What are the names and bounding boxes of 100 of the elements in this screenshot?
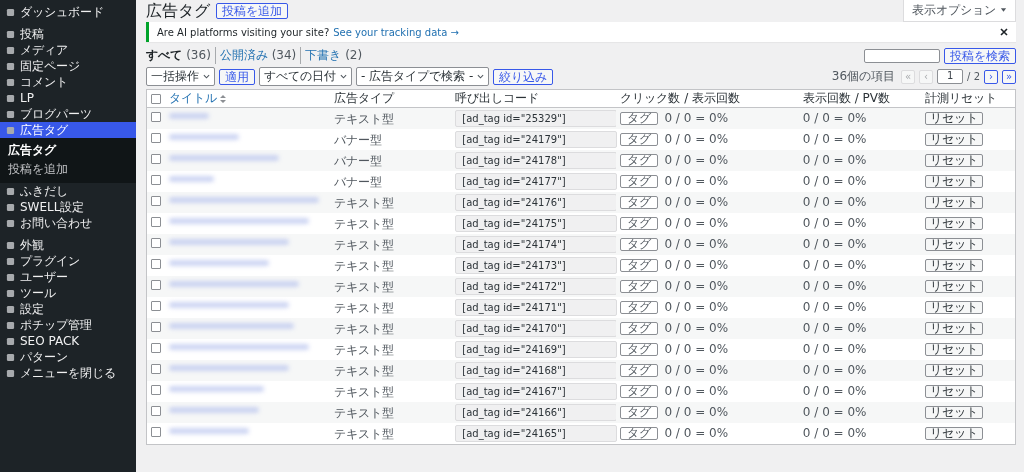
menu-item[interactable]: ブログパーツ: [0, 106, 136, 122]
date-filter-select[interactable]: すべての日付: [259, 67, 352, 86]
tag-button[interactable]: タグ: [620, 322, 659, 335]
shortcode-field[interactable]: [ad_tag id="24170"]: [455, 320, 618, 337]
menu-item[interactable]: SEO PACK: [0, 333, 136, 349]
row-checkbox[interactable]: [151, 196, 161, 206]
menu-item[interactable]: LP: [0, 90, 136, 106]
tag-button[interactable]: タグ: [620, 259, 659, 272]
tag-button[interactable]: タグ: [620, 343, 659, 356]
menu-item[interactable]: お問い合わせ: [0, 215, 136, 231]
shortcode-field[interactable]: [ad_tag id="24167"]: [455, 383, 618, 400]
screen-options-button[interactable]: 表示オプション: [903, 0, 1016, 22]
tag-button[interactable]: タグ: [620, 385, 659, 398]
reset-button[interactable]: リセット: [924, 385, 983, 398]
row-checkbox[interactable]: [151, 133, 161, 143]
menu-item[interactable]: コメント: [0, 74, 136, 90]
row-checkbox[interactable]: [151, 301, 161, 311]
reset-button[interactable]: リセット: [924, 217, 983, 230]
tag-button[interactable]: タグ: [620, 217, 659, 230]
shortcode-field[interactable]: [ad_tag id="24169"]: [455, 341, 618, 358]
row-checkbox[interactable]: [151, 112, 161, 122]
tag-button[interactable]: タグ: [620, 406, 659, 419]
menu-item[interactable]: SWELL設定: [0, 199, 136, 215]
menu-item[interactable]: ツール: [0, 285, 136, 301]
row-checkbox[interactable]: [151, 322, 161, 332]
reset-button[interactable]: リセット: [924, 322, 983, 335]
tag-button[interactable]: タグ: [620, 427, 659, 440]
tag-button[interactable]: タグ: [620, 175, 659, 188]
menu-item[interactable]: 設定: [0, 301, 136, 317]
reset-button[interactable]: リセット: [924, 364, 983, 377]
shortcode-field[interactable]: [ad_tag id="24173"]: [455, 257, 618, 274]
tag-button[interactable]: タグ: [620, 112, 659, 125]
shortcode-field[interactable]: [ad_tag id="24165"]: [455, 425, 618, 442]
reset-button[interactable]: リセット: [924, 175, 983, 188]
close-icon[interactable]: [1000, 28, 1008, 36]
add-new-button[interactable]: 投稿を追加: [216, 3, 288, 19]
shortcode-field[interactable]: [ad_tag id="24178"]: [455, 152, 618, 169]
tag-button[interactable]: タグ: [620, 364, 659, 377]
column-header-link[interactable]: タイトル: [168, 90, 226, 107]
reset-button[interactable]: リセット: [924, 259, 983, 272]
menu-item[interactable]: 外観: [0, 237, 136, 253]
tag-button[interactable]: タグ: [620, 301, 659, 314]
menu-item[interactable]: プラグイン: [0, 253, 136, 269]
shortcode-field[interactable]: [ad_tag id="24168"]: [455, 362, 618, 379]
row-checkbox[interactable]: [151, 385, 161, 395]
row-checkbox[interactable]: [151, 217, 161, 227]
menu-item[interactable]: 広告タグ: [0, 122, 136, 138]
reset-button[interactable]: リセット: [924, 196, 983, 209]
menu-item[interactable]: ダッシュボード: [0, 4, 136, 20]
tag-button[interactable]: タグ: [620, 154, 659, 167]
shortcode-field[interactable]: [ad_tag id="24177"]: [455, 173, 618, 190]
tag-button[interactable]: タグ: [620, 133, 659, 146]
page-field[interactable]: 1: [937, 69, 964, 84]
reset-button[interactable]: リセット: [924, 280, 983, 293]
menu-item[interactable]: ポチップ管理: [0, 317, 136, 333]
reset-button[interactable]: リセット: [924, 238, 983, 251]
shortcode-field[interactable]: [ad_tag id="25329"]: [455, 110, 618, 127]
filter-button[interactable]: 絞り込み: [493, 68, 554, 85]
pagination-button[interactable]: »: [1002, 69, 1016, 84]
view-filter-link[interactable]: すべて (36): [146, 47, 215, 64]
shortcode-field[interactable]: [ad_tag id="24171"]: [455, 299, 618, 316]
search-field[interactable]: [864, 48, 940, 63]
reset-button[interactable]: リセット: [924, 343, 983, 356]
apply-button[interactable]: 適用: [219, 68, 255, 85]
menu-item[interactable]: メディア: [0, 42, 136, 58]
shortcode-field[interactable]: [ad_tag id="24179"]: [455, 131, 618, 148]
tag-button[interactable]: タグ: [620, 238, 659, 251]
submenu-item[interactable]: 投稿を追加: [0, 160, 136, 179]
menu-item[interactable]: ふきだし: [0, 183, 136, 199]
row-checkbox[interactable]: [151, 343, 161, 353]
shortcode-field[interactable]: [ad_tag id="24176"]: [455, 194, 618, 211]
row-checkbox[interactable]: [151, 427, 161, 437]
tag-button[interactable]: タグ: [620, 196, 659, 209]
search-button[interactable]: 投稿を検索: [944, 47, 1016, 64]
menu-item[interactable]: 投稿: [0, 26, 136, 42]
row-checkbox[interactable]: [151, 154, 161, 164]
bulk-action-select[interactable]: 一括操作: [146, 67, 215, 86]
menu-item[interactable]: パターン: [0, 349, 136, 365]
reset-button[interactable]: リセット: [924, 112, 983, 125]
reset-button[interactable]: リセット: [924, 427, 983, 440]
reset-button[interactable]: リセット: [924, 133, 983, 146]
tracking-link[interactable]: See your tracking data →: [333, 26, 459, 38]
row-checkbox[interactable]: [151, 364, 161, 374]
pagination-button[interactable]: ›: [984, 69, 998, 84]
view-filter-link[interactable]: 公開済み (34): [214, 47, 301, 64]
row-checkbox[interactable]: [151, 259, 161, 269]
reset-button[interactable]: リセット: [924, 301, 983, 314]
reset-button[interactable]: リセット: [924, 154, 983, 167]
row-checkbox[interactable]: [151, 175, 161, 185]
menu-item[interactable]: メニューを閉じる: [0, 365, 136, 381]
ad-type-select[interactable]: - 広告タイプで検索 -: [356, 67, 490, 86]
select-all-checkbox[interactable]: [151, 94, 161, 104]
row-checkbox[interactable]: [151, 238, 161, 248]
row-checkbox[interactable]: [151, 406, 161, 416]
menu-item[interactable]: ユーザー: [0, 269, 136, 285]
shortcode-field[interactable]: [ad_tag id="24174"]: [455, 236, 618, 253]
row-checkbox[interactable]: [151, 280, 161, 290]
menu-item[interactable]: 固定ページ: [0, 58, 136, 74]
view-filter-link[interactable]: 下書き (2): [300, 47, 367, 64]
submenu-item[interactable]: 広告タグ: [0, 141, 136, 160]
